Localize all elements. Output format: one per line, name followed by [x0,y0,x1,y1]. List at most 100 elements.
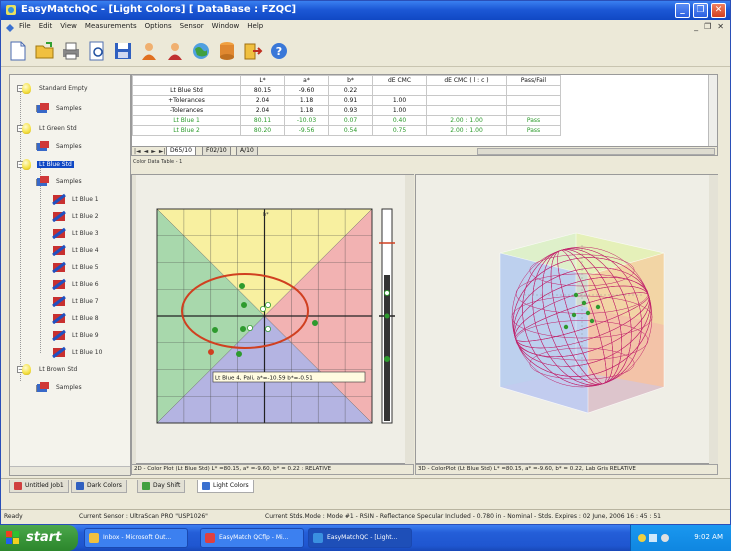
tree-node[interactable]: Lt Green Std [22,121,79,135]
menu-window[interactable]: Window [212,22,240,30]
maximize-button[interactable]: ❐ [693,3,708,18]
job-tab[interactable]: Untitled Job1 [9,480,69,493]
table-row[interactable]: Lt Blue 2 80.20 -9.56 0.54 0.75 2.00 : 1.00 Pa… [132,125,561,136]
column-header[interactable]: L* [240,75,285,86]
column-header[interactable]: dE CMC ( l : c ) [426,75,507,86]
menu-options[interactable]: Options [145,22,172,30]
tree-horizontal-scrollbar[interactable] [10,466,130,475]
column-header[interactable]: dE CMC [372,75,427,86]
sample-point-3d[interactable] [573,292,579,298]
sample-point-3d[interactable] [571,312,577,318]
taskbar-button[interactable]: EasyMatchQC - [Light... [308,528,412,548]
menu-measurements[interactable]: Measurements [85,22,137,30]
user-red-icon[interactable] [164,40,186,62]
globe-icon[interactable] [190,40,212,62]
nav-button[interactable]: |◄ [134,148,141,155]
menu-edit[interactable]: Edit [39,22,53,30]
taskbar-button[interactable]: Inbox - Microsoft Out... [84,528,188,548]
sample-point-3d[interactable] [595,304,601,310]
nav-button[interactable]: ◄ [144,148,149,155]
sample-point-3d[interactable] [585,310,591,316]
table-row[interactable]: -Tolerances 2.04 1.18 0.93 1.00 [132,105,561,116]
document-icon[interactable] [5,23,15,33]
database-icon[interactable] [216,40,238,62]
tree-node[interactable]: Lt Blue 8 [52,311,101,325]
tree-node[interactable]: Lt Blue 4 [52,243,101,257]
color-plot-2d[interactable]: b* Lt Blue 4, Pali, a*=-10.59 b*=-0.51 [131,174,414,465]
tray-icons[interactable] [637,532,671,544]
column-header[interactable]: b* [328,75,373,86]
sample-point[interactable] [212,327,219,334]
open-icon[interactable] [34,40,56,62]
mdi-maximize-button[interactable]: ❐ [704,22,711,31]
tab-illuminant[interactable]: F02/10 [202,147,231,155]
column-header[interactable] [132,75,241,86]
taskbar-button[interactable]: EasyMatch QCflp - Mi... [200,528,304,548]
sample-point[interactable] [311,320,318,327]
tree-node[interactable]: Lt Blue 10 [52,345,104,359]
table-horizontal-scrollbar[interactable] [477,148,715,155]
plot-2d-scrollbar[interactable] [405,175,414,465]
menu-file[interactable]: File [19,22,31,30]
tree-node[interactable]: Lt Blue 3 [52,226,101,240]
table-vertical-scrollbar[interactable] [708,75,717,155]
color-plot-3d[interactable] [415,174,718,465]
sample-point[interactable] [240,326,247,333]
nav-button[interactable]: ► [151,148,156,155]
user-icon[interactable] [138,40,160,62]
mdi-minimize-button[interactable]: _ [694,22,698,31]
tree-node[interactable]: Lt Blue 2 [52,209,101,223]
job-tab[interactable]: Dark Colors [71,480,127,493]
start-button[interactable]: start [0,525,78,551]
print-icon[interactable] [60,40,82,62]
sample-point[interactable] [260,306,267,313]
sample-point[interactable] [247,325,254,332]
print-preview-icon[interactable] [86,40,108,62]
sample-point[interactable] [265,326,272,333]
sample-point-3d[interactable] [589,318,595,324]
sample-point[interactable] [208,348,215,355]
point-tooltip: Lt Blue 4, Pali, a*=-10.59 b*=-0.51 [215,376,313,382]
table-row[interactable]: +Tolerances 2.04 1.18 0.91 1.00 [132,95,561,106]
column-header[interactable]: a* [284,75,329,86]
menu-help[interactable]: Help [247,22,263,30]
sample-point[interactable] [236,350,243,357]
sample-point[interactable] [241,302,248,309]
sample-point[interactable] [265,302,272,309]
sample-point[interactable] [239,283,246,290]
tree-node[interactable]: Samples [36,174,84,188]
new-icon[interactable] [7,40,29,62]
menu-view[interactable]: View [60,22,77,30]
tree-node[interactable]: Standard Empty [22,81,90,95]
tree-node[interactable]: Lt Blue 6 [52,277,101,291]
tree-node[interactable]: Lt Blue 1 [52,192,101,206]
column-header[interactable]: Pass/Fail [506,75,561,86]
tree-node[interactable]: Samples [36,101,84,115]
minimize-button[interactable]: _ [675,3,690,18]
close-button[interactable]: ✕ [711,3,726,18]
tree-node[interactable]: Lt Blue 5 [52,260,101,274]
tree-node[interactable]: Samples [36,139,84,153]
tree-node[interactable]: Lt Blue Std [22,157,74,171]
title-bar[interactable]: EasyMatchQC - [Light Colors] [ DataBase … [1,1,730,20]
sample-point-3d[interactable] [581,300,587,306]
table-row[interactable]: Lt Blue Std 80.15 -9.60 0.22 [132,85,561,96]
export-icon[interactable] [242,40,264,62]
tab-illuminant[interactable]: A/10 [236,147,258,155]
tab-illuminant[interactable]: D65/10 [166,147,196,155]
tree-node[interactable]: Samples [36,380,84,394]
plot-3d-scrollbar[interactable] [709,175,718,465]
help-icon[interactable]: ? [268,40,290,62]
tree-node[interactable]: Lt Blue 9 [52,328,101,342]
tree-node[interactable]: Lt Brown Std [22,362,79,376]
sample-point-3d[interactable] [563,324,569,330]
job-tab[interactable]: Light Colors [197,480,254,493]
mdi-close-button[interactable]: ✕ [717,22,724,31]
table-row[interactable]: Lt Blue 1 80.11 -10.03 0.07 0.40 2.00 : 1.00 P… [132,115,561,126]
tree-node[interactable]: Lt Blue 7 [52,294,101,308]
taskbar-button-label: Inbox - Microsoft Out... [103,534,172,541]
nav-button[interactable]: ►| [159,148,166,155]
save-icon[interactable] [112,40,134,62]
job-tab[interactable]: Day Shift [137,480,186,493]
menu-sensor[interactable]: Sensor [180,22,204,30]
